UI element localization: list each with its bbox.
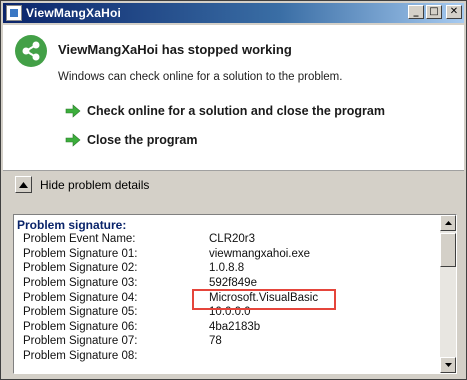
signature-name: Problem Signature 02: (23, 262, 138, 275)
signature-row: Problem Signature 01: viewmangxahoi.exe (16, 247, 438, 262)
app-window-icon (6, 5, 22, 21)
error-heading: ViewMangXaHoi has stopped working (58, 42, 292, 57)
error-dialog-window: ViewMangXaHoi _ □ ✕ ViewMangXaHoi has st… (0, 0, 467, 380)
signature-row: Problem Signature 08: (16, 349, 438, 364)
window-controls: _ □ ✕ (408, 5, 462, 19)
scroll-up-button[interactable] (440, 215, 456, 231)
details-toggle-label[interactable]: Hide problem details (40, 178, 149, 192)
arrow-down-icon (444, 363, 452, 367)
share-icon (15, 35, 47, 67)
signature-value: 592f849e (209, 277, 257, 290)
chevron-up-icon (19, 181, 28, 188)
details-toggle-row[interactable]: Hide problem details (15, 176, 149, 193)
title-bar[interactable]: ViewMangXaHoi _ □ ✕ (3, 3, 464, 23)
close-program-option[interactable]: Close the program (65, 133, 197, 147)
signature-row: Problem Event Name: CLR20r3 (16, 232, 438, 247)
signature-name: Problem Signature 03: (23, 277, 138, 290)
green-arrow-icon (65, 104, 81, 118)
signature-value: 1.0.8.8 (209, 262, 245, 275)
close-button[interactable]: ✕ (446, 5, 462, 19)
signature-value: 4ba2183b (209, 320, 261, 333)
signature-row: Problem Signature 06: 4ba2183b (16, 320, 438, 335)
signature-name: Problem Signature 04: (23, 291, 138, 304)
signature-value: viewmangxahoi.exe (209, 247, 311, 260)
divider (3, 170, 464, 171)
check-online-label: Check online for a solution and close th… (87, 104, 385, 118)
highlight-box (192, 289, 336, 310)
error-description: Windows can check online for a solution … (58, 71, 343, 83)
signature-name: Problem Signature 06: (23, 320, 138, 333)
signature-name: Problem Signature 05: (23, 306, 138, 319)
maximize-button[interactable]: □ (426, 5, 442, 19)
problem-details-panel[interactable]: Problem signature: Problem Event Name: CL… (13, 214, 457, 374)
signature-value: 78 (209, 335, 222, 348)
minimize-button[interactable]: _ (408, 5, 424, 19)
signature-name: Problem Signature 07: (23, 335, 138, 348)
window-title: ViewMangXaHoi (26, 6, 122, 20)
close-program-label: Close the program (87, 133, 198, 147)
signature-row: Problem Signature 07: 78 (16, 334, 438, 349)
check-online-option[interactable]: Check online for a solution and close th… (65, 104, 385, 118)
scrollbar-thumb[interactable] (440, 233, 456, 267)
vertical-scrollbar[interactable] (440, 215, 456, 373)
dialog-content: ViewMangXaHoi has stopped working Window… (3, 25, 464, 170)
signature-name: Problem Signature 01: (23, 247, 138, 260)
signature-name: Problem Signature 08: (23, 350, 138, 363)
collapse-details-button[interactable] (15, 176, 32, 193)
signature-name: Problem Event Name: (23, 233, 136, 246)
green-arrow-icon (65, 133, 81, 147)
problem-signature-title: Problem signature: (17, 218, 127, 232)
scroll-down-button[interactable] (440, 357, 456, 373)
signature-value: CLR20r3 (209, 233, 256, 246)
signature-row: Problem Signature 02: 1.0.8.8 (16, 261, 438, 276)
arrow-up-icon (444, 221, 452, 225)
